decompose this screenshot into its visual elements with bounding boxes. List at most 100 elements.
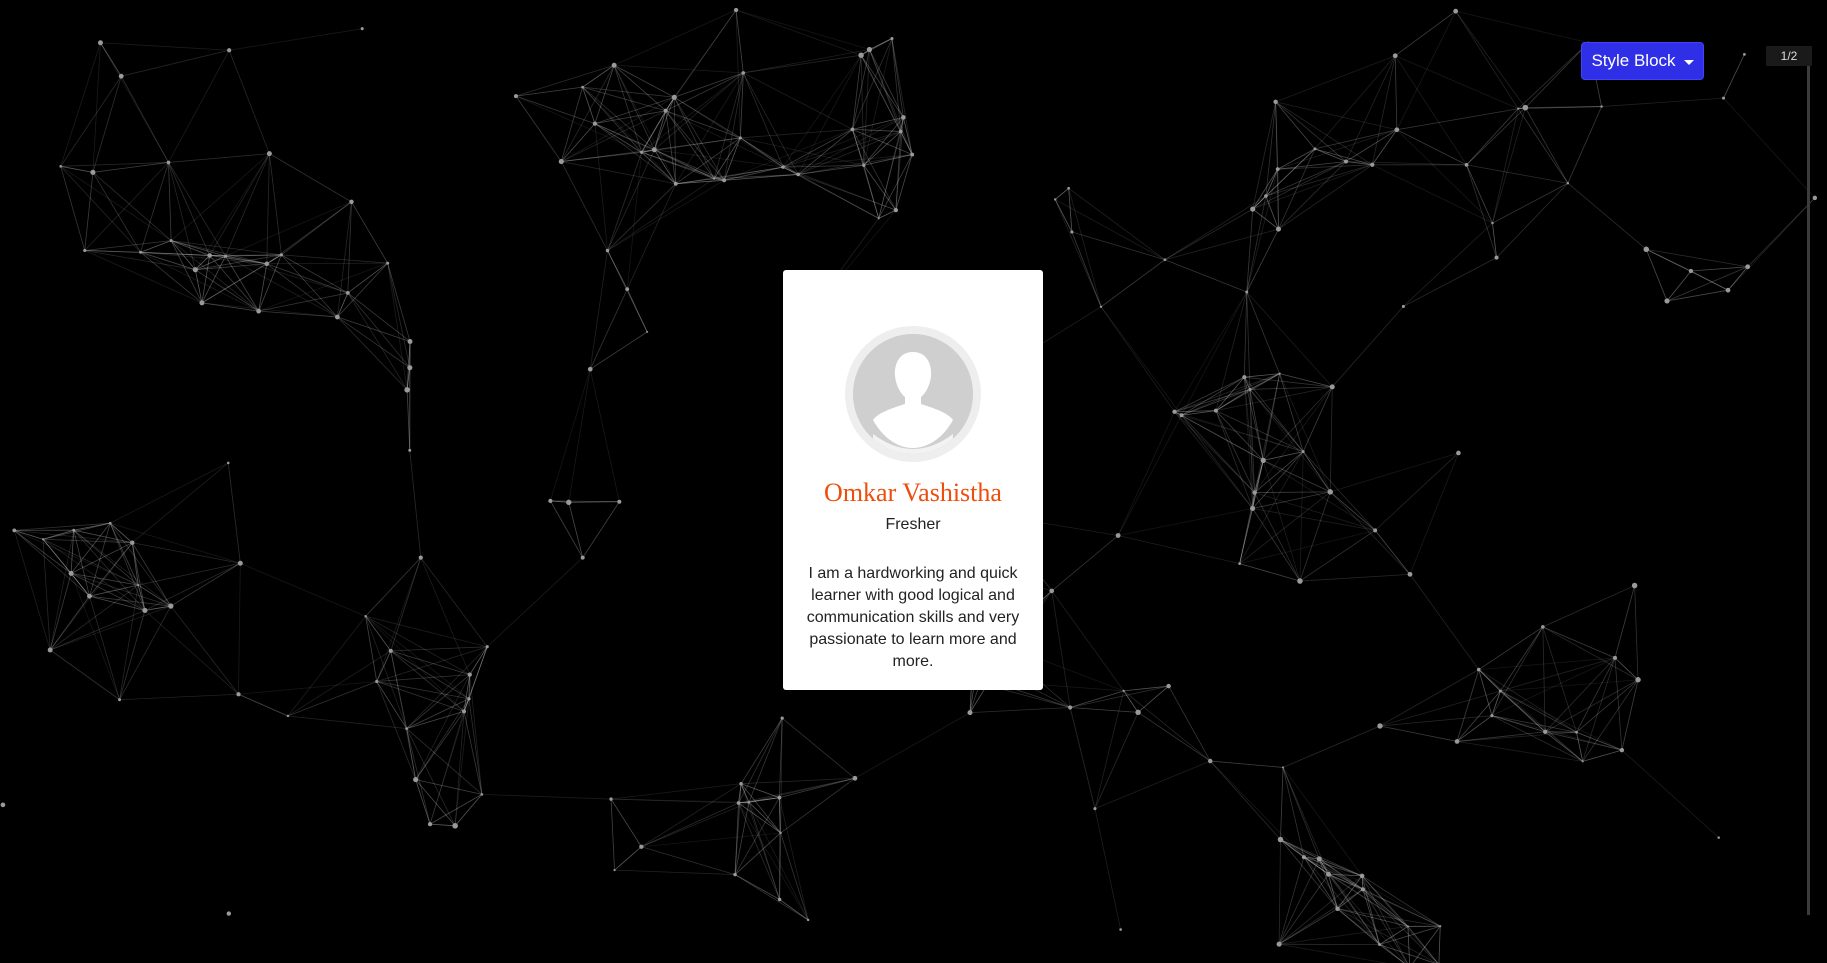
- network-link: [607, 179, 725, 251]
- network-link: [1068, 187, 1166, 261]
- network-node: [408, 448, 412, 452]
- network-node: [609, 797, 613, 801]
- network-node: [592, 121, 598, 126]
- network-link: [420, 557, 471, 675]
- style-block-dropdown-button[interactable]: Style Block: [1581, 42, 1704, 80]
- network-link: [743, 72, 853, 130]
- network-node: [1491, 221, 1494, 225]
- network-node: [1276, 941, 1282, 947]
- network-link: [415, 779, 482, 795]
- network-link: [1164, 195, 1267, 261]
- network-node: [226, 461, 230, 465]
- network-link: [1117, 415, 1182, 536]
- network-node: [581, 85, 584, 89]
- network-node: [858, 52, 864, 58]
- scroll-page-indicator: 1/2: [1766, 46, 1812, 66]
- network-link: [390, 650, 470, 676]
- network-link: [1394, 55, 1467, 166]
- network-node: [1454, 739, 1460, 744]
- network-node: [413, 777, 419, 783]
- network-link: [561, 161, 676, 185]
- network-link: [376, 681, 417, 780]
- network-link: [568, 369, 591, 503]
- network-link: [1491, 626, 1544, 716]
- network-node: [192, 267, 198, 273]
- network-node: [796, 172, 800, 177]
- network-link: [1275, 101, 1373, 166]
- network-node: [1049, 588, 1055, 594]
- network-link: [1277, 129, 1397, 170]
- network-node: [781, 165, 785, 169]
- network-link: [1254, 491, 1331, 493]
- network-node: [168, 603, 174, 609]
- network-node: [1635, 677, 1641, 683]
- network-link: [1379, 725, 1458, 742]
- network-link: [568, 502, 584, 558]
- network-link: [415, 711, 465, 780]
- network-node: [1093, 807, 1097, 811]
- network-link: [1403, 257, 1497, 307]
- network-link: [614, 869, 736, 875]
- network-link: [1455, 10, 1519, 109]
- network-link: [1329, 386, 1333, 492]
- network-link: [607, 149, 655, 251]
- network-link: [748, 802, 809, 921]
- network-node: [1316, 856, 1322, 862]
- network-node: [741, 71, 746, 75]
- network-link: [1246, 291, 1333, 388]
- network-node: [611, 62, 617, 68]
- network-link: [654, 97, 675, 150]
- network-link: [347, 292, 411, 368]
- network-node: [1163, 258, 1167, 262]
- network-link: [409, 450, 422, 558]
- network-node: [1406, 925, 1410, 928]
- network-node: [587, 366, 593, 372]
- network-link: [610, 798, 642, 847]
- network-link: [266, 263, 338, 318]
- network-link: [1500, 626, 1544, 692]
- network-link: [653, 110, 667, 150]
- network-node: [852, 775, 858, 781]
- network-link: [1601, 97, 1724, 107]
- network-link: [1068, 188, 1102, 307]
- network-node: [1325, 871, 1331, 877]
- network-link: [1645, 249, 1668, 302]
- network-node: [967, 710, 973, 716]
- network-link: [613, 64, 675, 98]
- network-node: [1275, 226, 1281, 232]
- network-link: [560, 161, 608, 251]
- network-node: [640, 150, 644, 154]
- network-link: [515, 95, 596, 124]
- network-node: [1664, 298, 1670, 304]
- network-link: [258, 310, 338, 318]
- network-node: [1742, 52, 1746, 56]
- network-link: [1466, 164, 1493, 224]
- network-node: [404, 387, 410, 393]
- scroll-track[interactable]: [1807, 66, 1810, 915]
- network-link: [613, 65, 642, 153]
- network-node: [1453, 8, 1459, 14]
- network-link: [238, 681, 377, 695]
- network-link: [49, 573, 72, 651]
- network-node: [893, 207, 898, 213]
- network-node: [1600, 105, 1603, 108]
- network-node: [142, 607, 148, 613]
- network-node: [580, 555, 585, 560]
- network-link: [287, 650, 391, 717]
- network-node: [566, 499, 572, 506]
- network-link: [258, 292, 348, 312]
- network-node: [485, 645, 489, 649]
- network-link: [589, 369, 620, 502]
- network-node: [1122, 689, 1125, 692]
- network-link: [84, 172, 94, 251]
- network-node: [1575, 730, 1578, 734]
- network-link: [1164, 259, 1247, 293]
- network-link: [1123, 685, 1169, 692]
- network-link: [1517, 42, 1589, 109]
- network-link: [1249, 389, 1304, 452]
- network-link: [1051, 535, 1119, 592]
- scroll-thumb[interactable]: [1807, 66, 1810, 915]
- network-link: [1438, 926, 1441, 963]
- network-link: [109, 522, 133, 544]
- network-link: [171, 240, 282, 256]
